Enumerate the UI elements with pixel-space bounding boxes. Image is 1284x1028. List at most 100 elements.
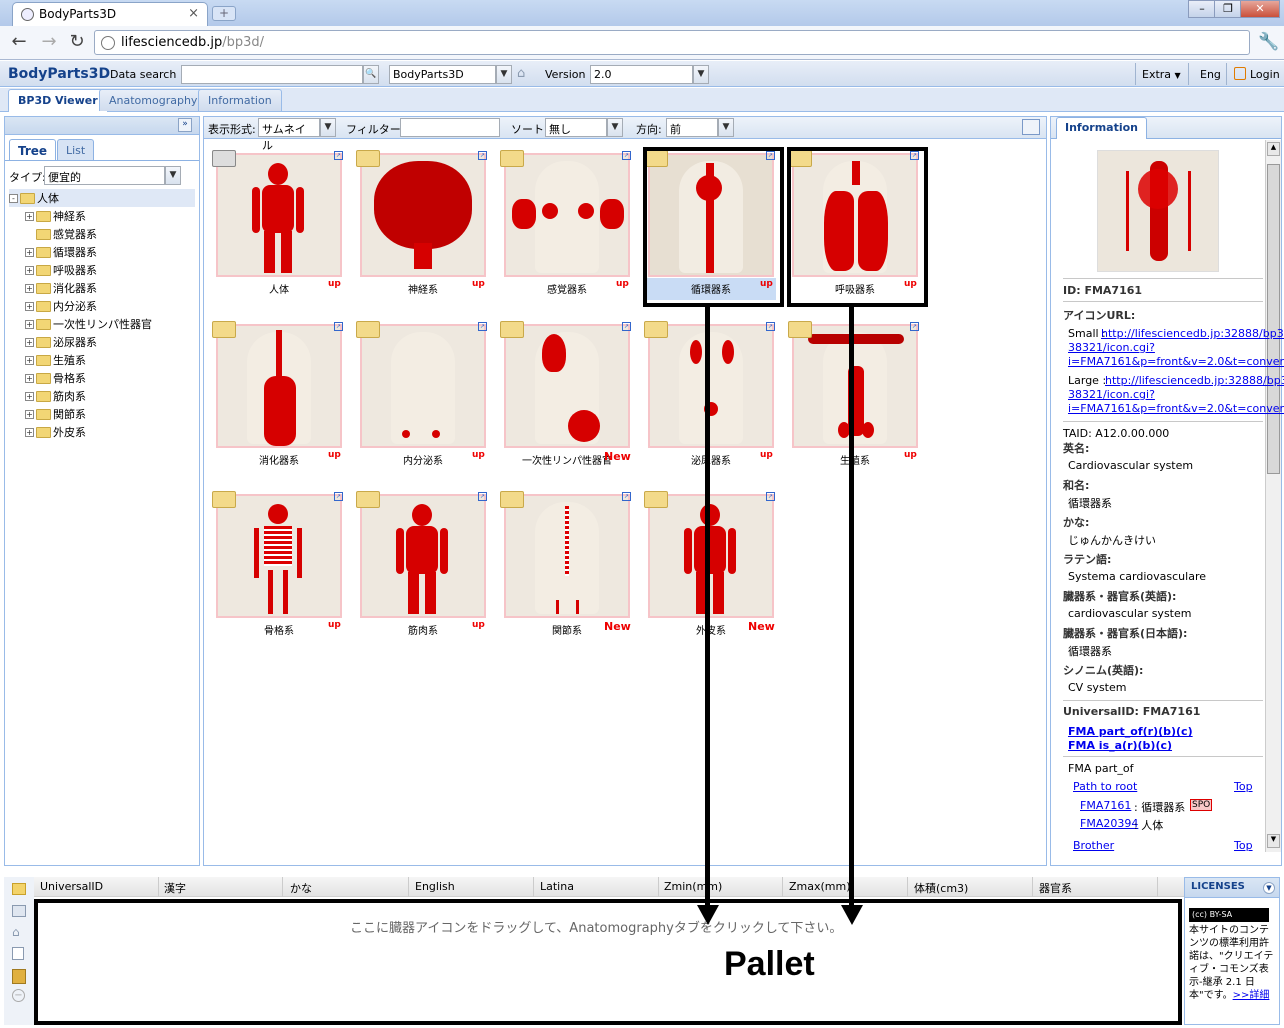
direction-select[interactable]: 前 xyxy=(666,118,718,137)
home-icon[interactable]: ⌂ xyxy=(12,925,20,939)
info-link[interactable]: FMA is_a(r)(b)(c) xyxy=(1068,739,1172,752)
folder-icon[interactable] xyxy=(212,491,236,508)
info-link[interactable]: 38321/icon.cgi? xyxy=(1068,341,1155,354)
tree-node[interactable]: + 外皮系 xyxy=(9,423,195,441)
data-search-input[interactable] xyxy=(181,65,363,84)
grid-column-header[interactable]: Zmin(mm) xyxy=(664,880,722,893)
chevron-down-icon[interactable]: ▼ xyxy=(320,118,336,137)
reload-icon[interactable]: ↻ xyxy=(66,32,88,54)
external-link-icon[interactable]: ↗ xyxy=(478,492,487,501)
close-tab-icon[interactable]: × xyxy=(188,6,199,21)
folder-icon[interactable] xyxy=(644,491,668,508)
home-icon[interactable]: ⌂ xyxy=(517,66,525,81)
tree-node[interactable]: + 骨格系 xyxy=(9,369,195,387)
organ-thumbnail[interactable] xyxy=(216,324,342,448)
tree-node[interactable]: + 生殖系 xyxy=(9,351,195,369)
expand-icon[interactable]: - xyxy=(9,193,18,203)
external-link-icon[interactable]: ↗ xyxy=(334,322,343,331)
organ-thumbnail[interactable] xyxy=(504,324,630,448)
language-button[interactable]: Eng xyxy=(1200,68,1221,81)
new-tab-button[interactable]: + xyxy=(212,6,236,21)
expand-icon[interactable]: + xyxy=(25,337,34,347)
grid-column-header[interactable]: 器官系 xyxy=(1039,880,1072,896)
info-link[interactable]: 38321/icon.cgi? xyxy=(1068,388,1155,401)
tree-node[interactable]: 感覚器系 xyxy=(9,225,195,243)
organ-thumbnail[interactable] xyxy=(648,494,774,618)
organ-thumbnail[interactable] xyxy=(360,153,486,277)
print-icon[interactable] xyxy=(212,150,236,167)
external-link-icon[interactable]: ↗ xyxy=(334,492,343,501)
info-link[interactable]: http://lifesciencedb.jp:32888/bp3d- xyxy=(1105,374,1284,387)
tree-node[interactable]: + 関節系 xyxy=(9,405,195,423)
info-link[interactable]: i=FMA7161&p=front&v=2.0&t=conventio xyxy=(1068,402,1284,415)
tree-node[interactable]: + 循環器系 xyxy=(9,243,195,261)
tab-bp3d-viewer[interactable]: BP3D Viewer xyxy=(8,89,108,112)
grid-column-header[interactable]: Zmax(mm) xyxy=(789,880,851,893)
expand-icon[interactable]: + xyxy=(25,301,34,311)
display-format-select[interactable]: サムネイル xyxy=(258,118,320,152)
grid-column-header[interactable]: 体積(cm3) xyxy=(914,880,968,896)
type-select[interactable]: 便宜的 xyxy=(44,166,165,185)
info-link[interactable]: Top xyxy=(1234,839,1253,852)
external-link-icon[interactable]: ↗ xyxy=(478,151,487,160)
folder-icon[interactable] xyxy=(788,321,812,338)
expand-icon[interactable]: + xyxy=(25,319,34,329)
tree-node[interactable]: + 呼吸器系 xyxy=(9,261,195,279)
tree-node[interactable]: + 内分泌系 xyxy=(9,297,195,315)
organ-thumbnail[interactable] xyxy=(792,324,918,448)
address-bar[interactable]: lifesciencedb.jp/bp3d/ xyxy=(94,30,1250,55)
copy-icon[interactable] xyxy=(1022,119,1040,135)
info-link[interactable]: Brother xyxy=(1073,839,1114,852)
folder-icon[interactable] xyxy=(500,150,524,167)
expand-icon[interactable]: + xyxy=(25,283,34,293)
organ-thumbnail[interactable] xyxy=(216,494,342,618)
tree-node[interactable]: + 泌尿器系 xyxy=(9,333,195,351)
tab-tree[interactable]: Tree xyxy=(9,139,57,160)
tab-list[interactable]: List xyxy=(57,139,95,160)
document-icon[interactable] xyxy=(12,947,24,960)
filter-input[interactable] xyxy=(400,118,500,137)
expand-icon[interactable]: + xyxy=(25,355,34,365)
chevron-down-icon[interactable]: ▼ xyxy=(165,166,181,185)
info-link[interactable]: Top xyxy=(1234,780,1253,793)
external-link-icon[interactable]: ↗ xyxy=(334,151,343,160)
remove-icon[interactable]: − xyxy=(12,989,25,1002)
maximize-button[interactable]: ❐ xyxy=(1214,0,1242,18)
grid-column-header[interactable]: English xyxy=(415,880,455,893)
tab-info[interactable]: Information xyxy=(1056,117,1147,139)
expand-icon[interactable]: + xyxy=(25,247,34,257)
paste-icon[interactable] xyxy=(12,969,26,984)
back-icon[interactable]: ← xyxy=(8,32,30,54)
organ-thumbnail[interactable] xyxy=(648,324,774,448)
chevron-down-icon[interactable]: ▼ xyxy=(607,118,623,137)
grid-column-header[interactable]: かな xyxy=(290,880,312,896)
table-icon[interactable] xyxy=(12,905,26,917)
sort-select[interactable]: 無し xyxy=(545,118,607,137)
spo-badge[interactable]: SPO xyxy=(1190,799,1213,811)
organ-thumbnail[interactable] xyxy=(360,494,486,618)
minimize-button[interactable]: – xyxy=(1188,0,1216,18)
chevron-down-icon[interactable]: ▼ xyxy=(496,65,512,84)
browser-tab[interactable]: BodyParts3D × xyxy=(12,2,208,26)
login-button[interactable]: Login xyxy=(1250,68,1280,81)
collapse-panel-icon[interactable]: » xyxy=(178,118,192,132)
grid-column-header[interactable]: UniversalID xyxy=(40,880,103,893)
forward-icon[interactable]: → xyxy=(38,32,60,54)
folder-icon[interactable] xyxy=(500,321,524,338)
external-link-icon[interactable]: ↗ xyxy=(910,322,919,331)
extra-menu[interactable]: Extra ▼ xyxy=(1142,68,1181,81)
expand-icon[interactable]: + xyxy=(25,265,34,275)
tree-node[interactable]: + 一次性リンパ性器官 xyxy=(9,315,195,333)
external-link-icon[interactable]: ↗ xyxy=(478,322,487,331)
license-details-link[interactable]: >>詳細 xyxy=(1233,990,1270,1001)
grid-column-header[interactable]: 漢字 xyxy=(164,880,186,896)
chevron-down-icon[interactable]: ▼ xyxy=(693,65,709,84)
external-link-icon[interactable]: ↗ xyxy=(622,151,631,160)
chevron-down-icon[interactable]: ▼ xyxy=(718,118,734,137)
expand-icon[interactable]: + xyxy=(25,373,34,383)
expand-icon[interactable]: + xyxy=(25,409,34,419)
folder-icon[interactable] xyxy=(356,321,380,338)
tree-node[interactable]: + 神経系 xyxy=(9,207,195,225)
collapse-icon[interactable]: ▼ xyxy=(1263,882,1275,894)
close-window-button[interactable]: ✕ xyxy=(1240,0,1280,18)
